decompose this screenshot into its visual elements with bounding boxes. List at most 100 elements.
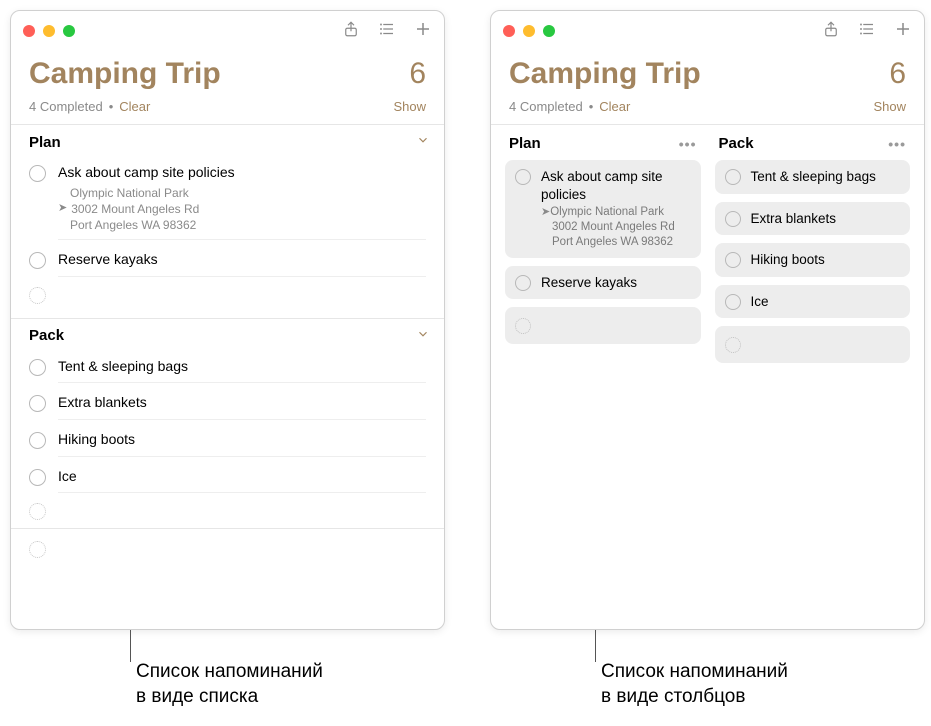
clear-button[interactable]: Clear	[599, 99, 630, 114]
list-meta: 4 Completed • Clear Show	[491, 95, 924, 124]
completed-count: 4 Completed	[509, 99, 583, 114]
complete-toggle[interactable]	[725, 294, 741, 310]
reminders-window-columns: Camping Trip 6 4 Completed • Clear Show …	[490, 10, 925, 630]
separator-dot: •	[109, 99, 114, 114]
complete-toggle[interactable]	[29, 165, 46, 182]
list-body: Plan Ask about camp site policies Olympi…	[11, 124, 444, 568]
complete-toggle[interactable]	[515, 169, 531, 185]
chevron-down-icon[interactable]	[416, 327, 430, 345]
list-title: Camping Trip	[29, 57, 221, 91]
complete-toggle[interactable]	[29, 469, 46, 486]
new-reminder-card[interactable]	[715, 326, 911, 363]
separator-dot: •	[589, 99, 594, 114]
section-label: Pack	[29, 327, 64, 344]
list-item[interactable]: Hiking boots	[11, 426, 444, 463]
reminder-card[interactable]: Reserve kayaks	[505, 266, 701, 300]
section-header-plan[interactable]: Plan	[11, 124, 444, 157]
reminder-card[interactable]: Extra blankets	[715, 202, 911, 236]
reminder-title: Tent & sleeping bags	[751, 168, 901, 186]
reminder-card[interactable]: Ice	[715, 285, 911, 319]
titlebar	[491, 11, 924, 51]
reminder-title: Ask about camp site policies	[541, 168, 691, 203]
share-icon[interactable]	[342, 20, 360, 43]
callout-line	[595, 630, 596, 662]
callout-text: Список напоминаний в виде столбцов	[595, 660, 788, 709]
complete-toggle[interactable]	[29, 395, 46, 412]
column-label: Plan	[509, 135, 541, 152]
complete-toggle[interactable]	[725, 211, 741, 227]
list-title: Camping Trip	[509, 57, 701, 91]
completed-count: 4 Completed	[29, 99, 103, 114]
reminder-title: Tent & sleeping bags	[58, 357, 426, 377]
list-item[interactable]: Extra blankets	[11, 389, 444, 426]
location-icon: ➤	[58, 201, 67, 217]
minimize-button[interactable]	[43, 25, 55, 37]
chevron-down-icon[interactable]	[416, 133, 430, 151]
toolbar	[342, 20, 432, 43]
share-icon[interactable]	[822, 20, 840, 43]
list-item[interactable]: Reserve kayaks	[11, 246, 444, 283]
maximize-button[interactable]	[543, 25, 555, 37]
callout-line	[130, 630, 131, 662]
more-icon[interactable]: •••	[888, 136, 906, 152]
show-button[interactable]: Show	[873, 99, 906, 114]
list-item[interactable]: Ask about camp site policies Olympic Nat…	[11, 157, 444, 246]
new-reminder-card[interactable]	[505, 307, 701, 344]
reminder-title: Ask about camp site policies	[58, 163, 426, 183]
titlebar	[11, 11, 444, 51]
reminder-title: Extra blankets	[58, 393, 426, 413]
columns-body: Plan ••• Ask about camp site policies ➤O…	[491, 124, 924, 385]
clear-button[interactable]: Clear	[119, 99, 150, 114]
new-reminder-placeholder[interactable]	[29, 541, 46, 558]
column-header-pack: Pack •••	[715, 125, 911, 160]
show-button[interactable]: Show	[393, 99, 426, 114]
reminder-title: Ice	[58, 467, 426, 487]
complete-toggle[interactable]	[29, 252, 46, 269]
window-controls	[23, 25, 75, 37]
reminder-card[interactable]: Tent & sleeping bags	[715, 160, 911, 194]
list-header: Camping Trip 6	[491, 51, 924, 95]
complete-toggle[interactable]	[725, 252, 741, 268]
new-reminder-placeholder[interactable]	[29, 287, 46, 304]
reminder-location: Olympic National Park ➤3002 Mount Angele…	[58, 185, 426, 234]
new-reminder-placeholder[interactable]	[515, 318, 531, 334]
complete-toggle[interactable]	[29, 432, 46, 449]
view-toggle-icon[interactable]	[858, 20, 876, 43]
reminder-card[interactable]: Hiking boots	[715, 243, 911, 277]
column-header-plan: Plan •••	[505, 125, 701, 160]
list-item[interactable]: Ice	[11, 463, 444, 500]
reminder-title: Reserve kayaks	[541, 274, 691, 292]
list-count: 6	[409, 57, 426, 91]
callout-list-view: Список напоминаний в виде списка	[130, 660, 323, 709]
close-button[interactable]	[503, 25, 515, 37]
reminder-card[interactable]: Ask about camp site policies ➤Olympic Na…	[505, 160, 701, 258]
more-icon[interactable]: •••	[679, 136, 697, 152]
maximize-button[interactable]	[63, 25, 75, 37]
reminder-title: Reserve kayaks	[58, 250, 426, 270]
reminder-title: Hiking boots	[751, 251, 901, 269]
section-label: Plan	[29, 134, 61, 151]
column-plan: Plan ••• Ask about camp site policies ➤O…	[505, 125, 701, 371]
section-header-pack[interactable]: Pack	[11, 318, 444, 351]
new-reminder-row[interactable]	[11, 283, 444, 312]
new-reminder-placeholder[interactable]	[29, 503, 46, 520]
add-reminder-icon[interactable]	[894, 20, 912, 43]
complete-toggle[interactable]	[725, 169, 741, 185]
list-item[interactable]: Tent & sleeping bags	[11, 351, 444, 390]
reminder-title: Ice	[751, 293, 901, 311]
complete-toggle[interactable]	[29, 359, 46, 376]
reminder-title: Hiking boots	[58, 430, 426, 450]
new-reminder-row[interactable]	[11, 499, 444, 528]
view-toggle-icon[interactable]	[378, 20, 396, 43]
window-controls	[503, 25, 555, 37]
close-button[interactable]	[23, 25, 35, 37]
complete-toggle[interactable]	[515, 275, 531, 291]
add-reminder-icon[interactable]	[414, 20, 432, 43]
list-header: Camping Trip 6	[11, 51, 444, 95]
new-reminder-placeholder[interactable]	[725, 337, 741, 353]
list-count: 6	[889, 57, 906, 91]
new-reminder-bottom[interactable]	[11, 528, 444, 568]
minimize-button[interactable]	[523, 25, 535, 37]
reminders-window-list: Camping Trip 6 4 Completed • Clear Show …	[10, 10, 445, 630]
reminder-location: ➤Olympic National Park 3002 Mount Angele…	[541, 205, 691, 250]
